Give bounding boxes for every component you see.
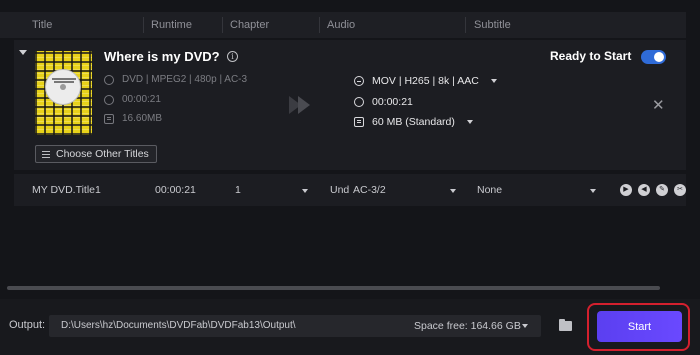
- close-icon[interactable]: ✕: [652, 98, 665, 113]
- title-card: Where is my DVD? i DVD | MPEG2 | 480p | …: [14, 40, 686, 170]
- output-format: MOV | H265 | 8k | AAC: [372, 75, 479, 87]
- column-header: Title Runtime Chapter Audio Subtitle: [0, 12, 686, 38]
- chevron-down-icon: [466, 120, 473, 124]
- clock-icon: [354, 97, 364, 107]
- play-icon[interactable]: ▶: [620, 184, 632, 196]
- source-size: 16.60MB: [122, 113, 163, 124]
- space-free: Space free: 164.66 GB: [414, 320, 521, 332]
- horizontal-scrollbar[interactable]: [7, 286, 660, 290]
- chevron-down-icon: [302, 189, 308, 193]
- output-footer: Output: D:\Users\hz\Documents\DVDFab\DVD…: [0, 299, 700, 355]
- file-size-icon: [354, 117, 364, 127]
- output-duration: 00:00:21: [372, 96, 413, 108]
- chevron-down-icon: [450, 189, 456, 193]
- header-title: Title: [32, 19, 53, 31]
- header-divider: [465, 17, 466, 33]
- file-size-icon: [104, 113, 114, 124]
- title-name: Where is my DVD?: [104, 49, 220, 64]
- header-divider: [319, 17, 320, 33]
- info-icon[interactable]: i: [227, 51, 238, 62]
- output-size-dropdown[interactable]: 60 MB (Standard): [354, 116, 473, 128]
- list-icon: [42, 150, 50, 158]
- header-runtime: Runtime: [151, 19, 192, 31]
- header-subtitle: Subtitle: [474, 19, 511, 31]
- chapter-select[interactable]: 1: [235, 174, 241, 206]
- profile-icon: [354, 76, 364, 86]
- choose-other-titles-button[interactable]: Choose Other Titles: [35, 145, 157, 163]
- audio-codec-select[interactable]: AC-3/2: [353, 174, 386, 206]
- output-size: 60 MB (Standard): [372, 116, 455, 128]
- source-size-row: 16.60MB: [104, 113, 162, 124]
- row-title: MY DVD.Title1: [32, 184, 101, 196]
- source-format: DVD | MPEG2 | 480p | AC-3: [122, 74, 248, 85]
- rewind-icon[interactable]: ◀: [638, 184, 650, 196]
- video-icon: [104, 74, 114, 85]
- output-path: D:\Users\hz\Documents\DVDFab\DVDFab13\Ou…: [61, 320, 296, 331]
- start-button[interactable]: Start: [597, 311, 682, 342]
- chevron-down-icon: [490, 79, 497, 83]
- source-duration: 00:00:21: [122, 94, 161, 105]
- source-duration-row: 00:00:21: [104, 94, 161, 105]
- audio-language[interactable]: Und: [330, 174, 349, 206]
- output-duration-row: 00:00:21: [354, 96, 413, 108]
- subtitle-select[interactable]: None: [477, 174, 502, 206]
- output-path-field[interactable]: D:\Users\hz\Documents\DVDFab\DVDFab13\Ou…: [49, 315, 541, 337]
- header-audio: Audio: [327, 19, 356, 31]
- folder-icon[interactable]: [559, 319, 572, 331]
- chevron-down-icon: [590, 189, 596, 193]
- settings-icon[interactable]: ✂: [674, 184, 686, 196]
- ready-toggle[interactable]: [641, 50, 666, 64]
- dvd-cover-thumbnail: [35, 51, 92, 135]
- output-format-dropdown[interactable]: MOV | H265 | 8k | AAC: [354, 75, 497, 87]
- edit-icon[interactable]: ✎: [656, 184, 668, 196]
- convert-arrow-icon: [289, 96, 310, 114]
- source-format-row: DVD | MPEG2 | 480p | AC-3: [104, 74, 247, 85]
- chevron-down-icon[interactable]: [522, 324, 528, 328]
- status-label: Ready to Start: [550, 49, 632, 63]
- table-row: MY DVD.Title1 00:00:21 1 Und AC-3/2 None…: [14, 174, 686, 206]
- disc-icon: [45, 69, 81, 105]
- header-divider: [222, 17, 223, 33]
- collapse-caret-icon[interactable]: [19, 50, 27, 55]
- output-label: Output:: [9, 319, 46, 331]
- row-runtime: 00:00:21: [155, 184, 196, 196]
- choose-other-titles-label: Choose Other Titles: [56, 148, 149, 160]
- clock-icon: [104, 94, 114, 105]
- header-divider: [143, 17, 144, 33]
- header-chapter: Chapter: [230, 19, 270, 31]
